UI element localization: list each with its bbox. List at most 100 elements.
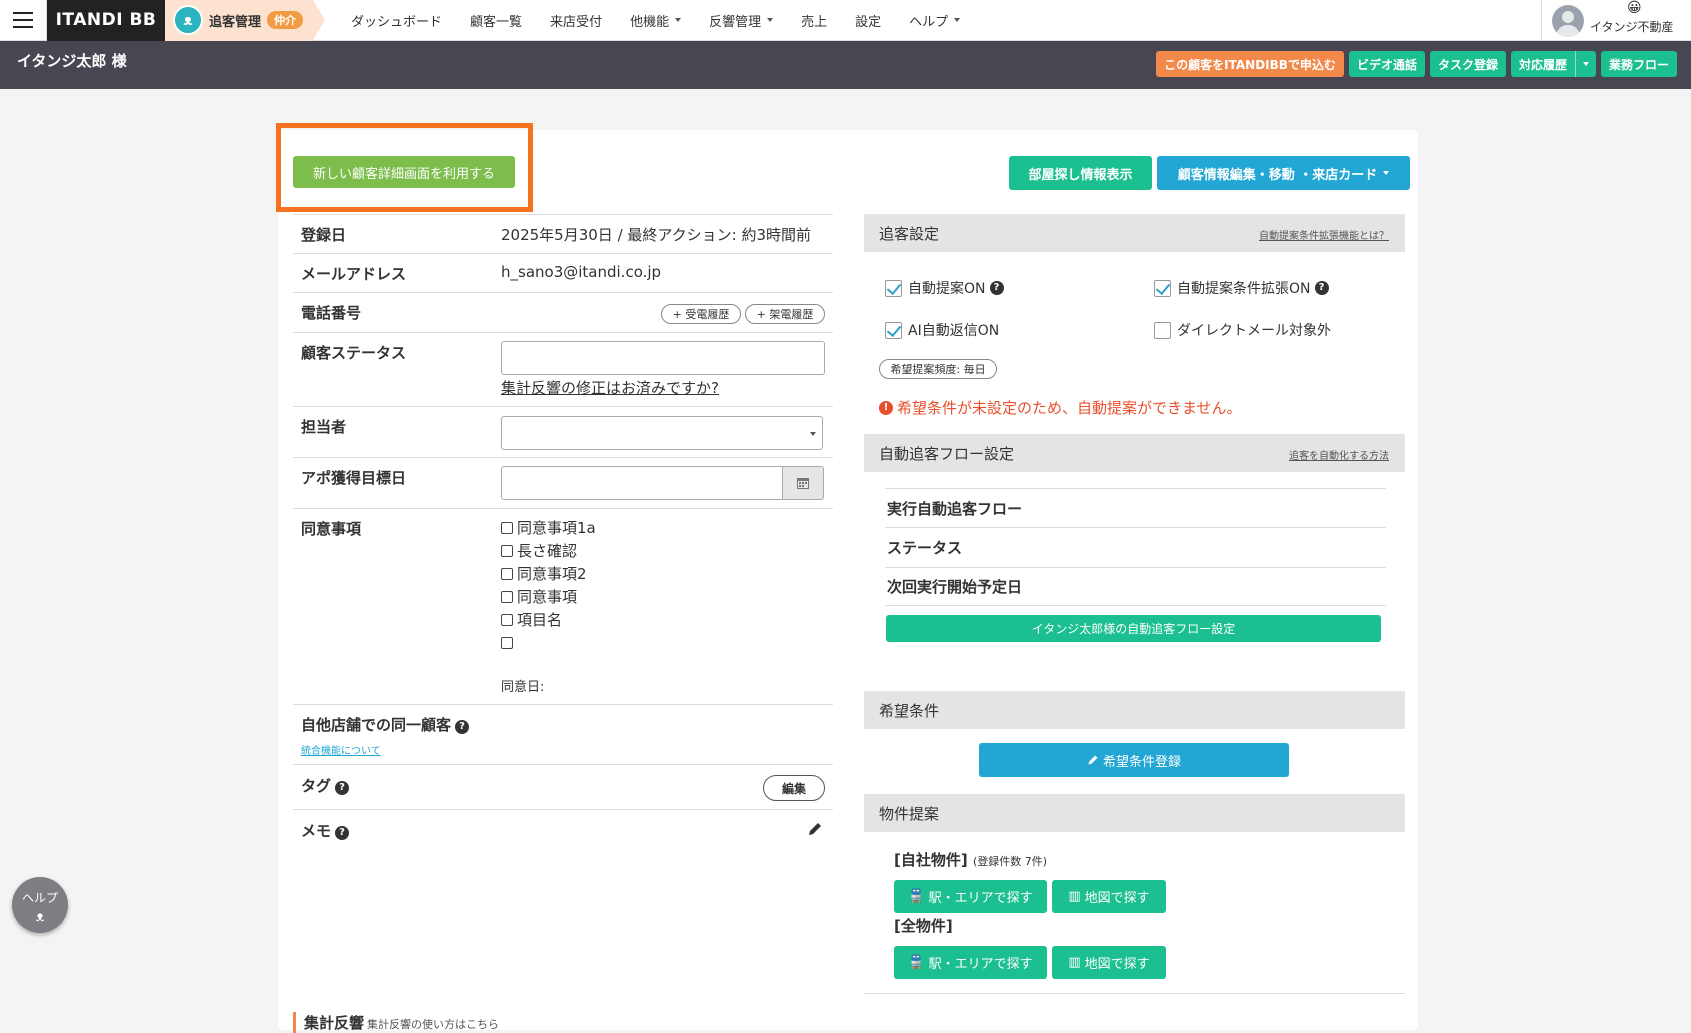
- memo-label: メモ?: [301, 820, 350, 841]
- edit-customer-button[interactable]: 顧客情報編集・移動 ・来店カード: [1157, 156, 1410, 190]
- floating-help-button[interactable]: ヘルプ ᴥ: [12, 877, 68, 933]
- nav-inquiry-management[interactable]: 反響管理: [695, 0, 787, 41]
- auto-proposal-toggle[interactable]: 自動提案ON?: [885, 278, 1004, 298]
- row-registration: 登録日 2025年5月30日 / 最終アクション: 約3時間前: [293, 214, 833, 254]
- nav-other-functions[interactable]: 他機能: [616, 0, 695, 41]
- own-station-search-button[interactable]: 🚆 駅・エリアで探す: [894, 880, 1047, 913]
- aggregated-inquiry-help-link[interactable]: 集計反響の使い方はこちら: [367, 1018, 499, 1031]
- own-map-search-button[interactable]: ▥ 地図で探す: [1052, 880, 1166, 913]
- train-icon: 🚆: [908, 955, 925, 970]
- consent-item[interactable]: 同意事項2: [501, 563, 596, 586]
- registration-value: 2025年5月30日 / 最終アクション: 約3時間前: [501, 226, 812, 244]
- nav-help[interactable]: ヘルプ: [895, 0, 974, 41]
- calendar-button[interactable]: [782, 466, 824, 500]
- consent-item-label: 長さ確認: [517, 542, 578, 560]
- flow-row-running: 実行自動追客フロー: [885, 488, 1386, 527]
- checkbox[interactable]: [501, 545, 513, 557]
- help-circle-icon[interactable]: ?: [1314, 281, 1329, 295]
- nav-settings[interactable]: 設定: [841, 0, 895, 41]
- register-conditions-button[interactable]: 希望条件登録: [979, 743, 1289, 777]
- menu-icon[interactable]: [0, 0, 47, 41]
- proposal-frequency-badge[interactable]: 希望提案頻度: 毎日: [879, 359, 997, 379]
- desired-conditions-title: 希望条件: [879, 701, 940, 720]
- checkbox[interactable]: [1154, 321, 1171, 339]
- checkbox-checked[interactable]: [885, 321, 902, 339]
- auto-flow-header: 自動追客フロー設定 追客を自動化する方法: [864, 434, 1405, 472]
- flow-row-status: ステータス: [885, 527, 1386, 566]
- nav-visit-reception[interactable]: 来店受付: [536, 0, 616, 41]
- row-email: メールアドレス h_sano3@itandi.co.jp: [293, 254, 833, 293]
- inquiry-fix-link[interactable]: 集計反響の修正はお済みですか?: [501, 377, 719, 398]
- row-phone: 電話番号 + 受電履歴 + 架電履歴: [293, 293, 833, 333]
- user-menu[interactable]: 😀 イタンジ不動産: [1541, 0, 1691, 41]
- checkbox-checked[interactable]: [885, 279, 902, 297]
- checkbox[interactable]: [501, 568, 513, 580]
- consent-label: 同意事項: [301, 520, 362, 538]
- all-station-search-button[interactable]: 🚆 駅・エリアで探す: [894, 946, 1047, 979]
- staff-select[interactable]: [501, 416, 823, 450]
- video-call-button[interactable]: ビデオ通話: [1348, 51, 1425, 77]
- tag-edit-button[interactable]: 編集: [763, 775, 825, 801]
- consent-item[interactable]: 長さ確認: [501, 540, 596, 563]
- desired-conditions-header: 希望条件: [864, 691, 1405, 729]
- consent-item-label: 同意事項1a: [517, 519, 596, 537]
- customer-status-input[interactable]: [501, 341, 825, 375]
- memo-text: メモ: [301, 822, 332, 840]
- email-label: メールアドレス: [301, 265, 407, 283]
- checkbox[interactable]: [501, 637, 513, 649]
- nav-customer-list[interactable]: 顧客一覧: [456, 0, 536, 41]
- consent-list: 同意事項1a 長さ確認 同意事項2 同意事項 項目名: [501, 517, 596, 655]
- checkbox-checked[interactable]: [1154, 279, 1171, 297]
- module-switcher[interactable]: ᴥ 追客管理 仲介: [165, 0, 326, 41]
- alert-icon: !: [879, 400, 893, 415]
- app-logo[interactable]: ITANDI BB: [47, 0, 165, 41]
- pencil-icon[interactable]: [807, 821, 823, 837]
- ai-reply-toggle[interactable]: AI自動返信ON: [885, 320, 999, 340]
- consent-item[interactable]: [501, 632, 596, 655]
- auto-proposal-ext-toggle[interactable]: 自動提案条件拡張ON?: [1154, 278, 1329, 298]
- auto-flow-panel: 自動追客フロー設定 追客を自動化する方法 実行自動追客フロー ステータス 次回実…: [864, 434, 1405, 691]
- workflow-button[interactable]: 業務フロー: [1600, 51, 1677, 77]
- apply-itandibb-button[interactable]: この顧客をITANDIBBで申込む: [1156, 51, 1344, 77]
- nav-help-label: ヘルプ: [909, 14, 949, 30]
- all-properties-heading: [全物件]: [894, 917, 953, 935]
- auto-proposal-ext-label: 自動提案条件拡張ON: [1177, 281, 1311, 297]
- consent-item[interactable]: 同意事項: [501, 586, 596, 609]
- help-circle-icon[interactable]: ?: [335, 826, 350, 840]
- consent-item-label: 項目名: [517, 611, 563, 629]
- ai-reply-label: AI自動返信ON: [908, 323, 1000, 339]
- consent-item[interactable]: 同意事項1a: [501, 517, 596, 540]
- row-customer-status: 顧客ステータス 集計反響の修正はお済みですか?: [293, 333, 833, 407]
- chevron-down-icon: [810, 432, 816, 436]
- auto-proposal-ext-help-link[interactable]: 自動提案条件拡張機能とは？: [1259, 227, 1389, 242]
- email-value: h_sano3@itandi.co.jp: [501, 263, 662, 281]
- help-circle-icon[interactable]: ?: [989, 281, 1004, 295]
- merge-function-link[interactable]: 統合機能について: [301, 742, 381, 757]
- nav-sales[interactable]: 売上: [787, 0, 841, 41]
- incoming-call-history-button[interactable]: + 受電履歴: [661, 304, 741, 324]
- consent-item[interactable]: 項目名: [501, 609, 596, 632]
- checkbox[interactable]: [501, 522, 513, 534]
- dm-exclude-toggle[interactable]: ダイレクトメール対象外: [1154, 320, 1331, 340]
- history-dropdown-button[interactable]: [1574, 51, 1596, 77]
- history-button[interactable]: 対応履歴: [1510, 51, 1575, 77]
- task-register-button[interactable]: タスク登録: [1429, 51, 1506, 77]
- help-circle-icon[interactable]: ?: [335, 781, 350, 795]
- new-detail-screen-button[interactable]: 新しい顧客詳細画面を利用する: [293, 156, 515, 188]
- phone-label: 電話番号: [301, 304, 362, 322]
- auto-flow-settings-button[interactable]: イタンジ太郎様の自動追客フロー設定: [886, 615, 1381, 642]
- appointment-date-input[interactable]: [501, 466, 783, 500]
- outgoing-call-history-button[interactable]: + 架電履歴: [745, 304, 825, 324]
- chevron-down-icon: [954, 18, 961, 22]
- checkbox[interactable]: [501, 591, 513, 603]
- checkbox[interactable]: [501, 614, 513, 626]
- room-search-info-button[interactable]: 部屋探し情報表示: [1009, 156, 1152, 190]
- user-emoji: 😀: [1627, 0, 1642, 16]
- auto-flow-help-link[interactable]: 追客を自動化する方法: [1289, 447, 1389, 462]
- help-circle-icon[interactable]: ?: [455, 720, 470, 734]
- nav-dashboard[interactable]: ダッシュボード: [337, 0, 456, 41]
- row-consent: 同意事項 同意事項1a 長さ確認 同意事項2 同意事項 項目名 同意日:: [293, 509, 833, 705]
- auto-proposal-label: 自動提案ON: [908, 281, 986, 297]
- all-map-search-button[interactable]: ▥ 地図で探す: [1052, 946, 1166, 979]
- row-staff: 担当者: [293, 407, 833, 458]
